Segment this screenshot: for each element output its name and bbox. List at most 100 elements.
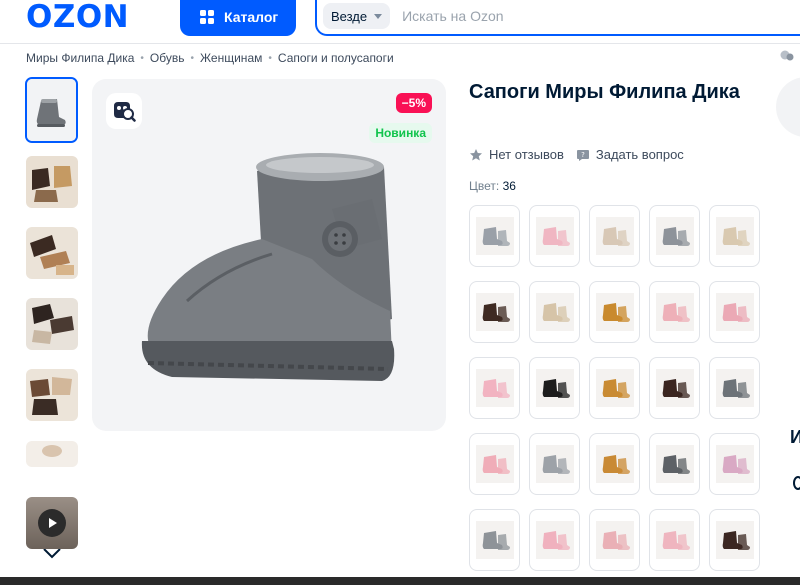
brown-boots-image [26, 369, 78, 421]
search-bar: Везде [315, 0, 800, 36]
color-swatch-15[interactable] [709, 357, 760, 419]
search-input[interactable] [402, 8, 703, 24]
thumbnail-6[interactable] [26, 441, 78, 467]
color-swatch-10[interactable] [709, 281, 760, 343]
product-meta: Нет отзывов ? Задать вопрос [469, 147, 696, 162]
side-panel-letter: И [790, 427, 800, 447]
dark-brown-boots-image [715, 521, 754, 559]
thumbnail-3[interactable] [26, 227, 78, 279]
black-boots-image [535, 369, 574, 407]
video-thumbnail[interactable] [26, 497, 78, 549]
breadcrumb-item[interactable]: Женщинам [200, 51, 262, 65]
pink-boots-image [535, 217, 574, 255]
color-swatch-2[interactable] [529, 205, 580, 267]
discount-badge: −5% [395, 93, 432, 113]
breadcrumb-item[interactable]: Обувь [150, 51, 185, 65]
pink-boots-image [535, 521, 574, 559]
thumbnail-5[interactable] [26, 369, 78, 421]
grid-icon [200, 10, 214, 24]
product-title: Сапоги Миры Филипа Дика [469, 81, 740, 103]
color-label-text: Цвет: [469, 179, 500, 193]
color-swatch-14[interactable] [649, 357, 700, 419]
breadcrumb-item[interactable]: Сапоги и полусапоги [278, 51, 394, 65]
search-scope-dropdown[interactable]: Везде [323, 3, 391, 29]
color-swatch-13[interactable] [589, 357, 640, 419]
color-swatch-25[interactable] [709, 509, 760, 571]
os-taskbar [0, 577, 800, 585]
breadcrumb: Миры Филипа Дика • Обувь • Женщинам • Са… [26, 51, 394, 65]
grey-boots-image [475, 217, 514, 255]
image-search-icon [114, 102, 136, 122]
play-icon [38, 509, 66, 537]
reviews-link[interactable]: Нет отзывов [469, 147, 564, 162]
pink-boots-image [475, 369, 514, 407]
breadcrumb-item[interactable]: Миры Филипа Дика [26, 51, 134, 65]
beige-boots-image [715, 217, 754, 255]
color-swatch-1[interactable] [469, 205, 520, 267]
chat-icon[interactable] [780, 50, 794, 62]
color-swatch-12[interactable] [529, 357, 580, 419]
thumbnail-1[interactable] [25, 77, 78, 143]
color-swatch-11[interactable] [469, 357, 520, 419]
color-swatch-22[interactable] [529, 509, 580, 571]
catalog-button[interactable]: Каталог [180, 0, 296, 36]
color-swatch-17[interactable] [529, 433, 580, 495]
side-panel-icon [793, 476, 800, 490]
side-panel-edge [776, 77, 800, 137]
ask-question-label: Задать вопрос [595, 147, 684, 162]
dark-boots-image [26, 298, 78, 350]
color-selector-label: Цвет: 36 [469, 179, 516, 193]
pink-boots-image [655, 293, 694, 331]
color-value: 36 [502, 179, 516, 193]
product-main-image[interactable]: −5% Новинка [92, 79, 446, 431]
svg-text:?: ? [581, 151, 585, 159]
grey-boots-image [475, 521, 514, 559]
beige-boots-image [595, 217, 634, 255]
chestnut-boots-image [595, 293, 634, 331]
color-swatch-18[interactable] [589, 433, 640, 495]
breadcrumb-separator: • [190, 52, 194, 64]
color-swatch-23[interactable] [589, 509, 640, 571]
thumbnail-2[interactable] [26, 156, 78, 208]
caret-down-icon [374, 13, 383, 19]
ozon-logo[interactable]: OZON [26, 0, 129, 34]
image-search-button[interactable] [106, 93, 142, 129]
chestnut-boots-image [595, 445, 634, 483]
color-swatch-3[interactable] [589, 205, 640, 267]
ask-question-link[interactable]: ? Задать вопрос [576, 147, 684, 162]
pink-boots-image [715, 293, 754, 331]
pink-boots-image [475, 445, 514, 483]
color-swatch-20[interactable] [709, 433, 760, 495]
color-swatch-6[interactable] [469, 281, 520, 343]
brown-boots-image [26, 227, 78, 279]
color-swatch-7[interactable] [529, 281, 580, 343]
breadcrumb-separator: • [140, 52, 144, 64]
thumbnail-4[interactable] [26, 298, 78, 350]
pink-boots-image [595, 521, 634, 559]
reviews-label: Нет отзывов [489, 147, 564, 162]
grey-boots-image [655, 217, 694, 255]
boot-image [26, 441, 78, 467]
color-swatch-16[interactable] [469, 433, 520, 495]
color-swatch-5[interactable] [709, 205, 760, 267]
dark-brown-boots-image [475, 293, 514, 331]
color-swatch-grid [469, 205, 769, 571]
pink-boots-image [655, 521, 694, 559]
color-swatch-21[interactable] [469, 509, 520, 571]
beige-boots-image [535, 293, 574, 331]
star-icon [470, 148, 482, 160]
header-divider [0, 43, 800, 44]
dark-brown-boots-image [655, 369, 694, 407]
grey-boots-image [535, 445, 574, 483]
color-swatch-19[interactable] [649, 433, 700, 495]
grey-boot-image [27, 79, 76, 141]
color-swatch-4[interactable] [649, 205, 700, 267]
lilac-boots-image [715, 445, 754, 483]
grey-boots-image [715, 369, 754, 407]
color-swatch-9[interactable] [649, 281, 700, 343]
breadcrumb-separator: • [268, 52, 272, 64]
new-badge: Новинка [369, 123, 432, 143]
color-swatch-24[interactable] [649, 509, 700, 571]
question-bubble-icon: ? [576, 149, 589, 161]
color-swatch-8[interactable] [589, 281, 640, 343]
